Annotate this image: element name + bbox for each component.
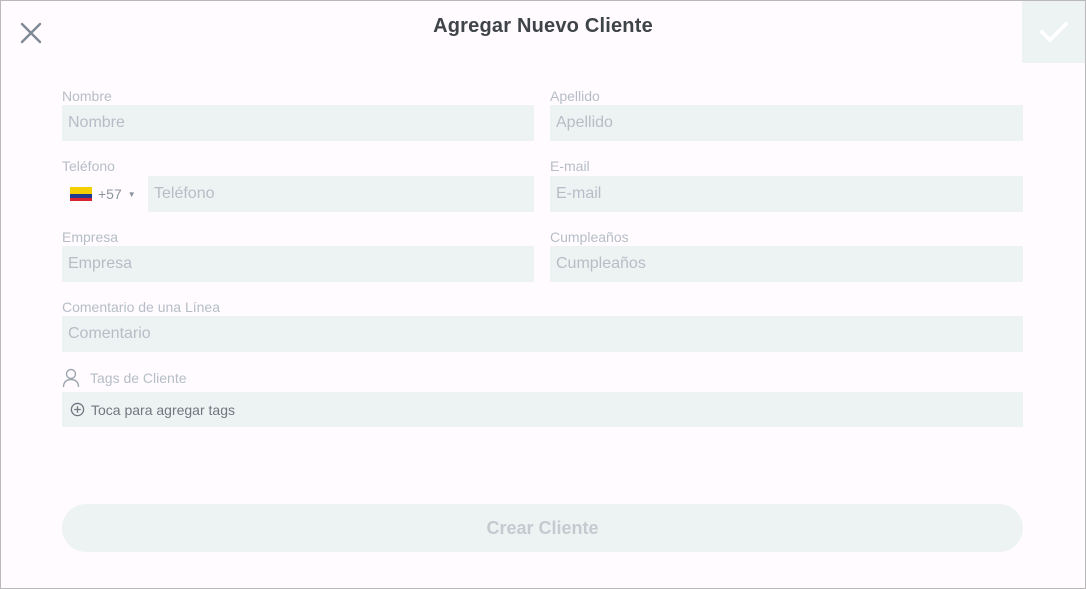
tags-label: Tags de Cliente xyxy=(90,370,187,386)
company-label: Empresa xyxy=(62,229,119,245)
first-name-label: Nombre xyxy=(62,88,112,104)
last-name-label: Apellido xyxy=(550,88,600,104)
country-dial-code: +57 xyxy=(98,186,122,202)
confirm-button[interactable] xyxy=(1022,1,1085,63)
company-input[interactable] xyxy=(62,246,534,282)
caret-down-icon: ▼ xyxy=(127,189,136,199)
last-name-input[interactable] xyxy=(550,105,1023,141)
email-input[interactable] xyxy=(550,176,1023,212)
birthday-label: Cumpleaños xyxy=(550,229,629,245)
plus-circle-icon xyxy=(70,402,85,417)
phone-label: Teléfono xyxy=(62,158,115,174)
add-client-dialog: Agregar Nuevo Cliente Nombre Apellido Te… xyxy=(0,0,1086,589)
colombia-flag-icon xyxy=(70,187,92,201)
add-tags-text: Toca para agregar tags xyxy=(91,401,235,418)
email-label: E-mail xyxy=(550,158,590,174)
check-icon xyxy=(1039,22,1068,42)
country-code-selector[interactable]: +57 ▼ xyxy=(62,176,142,212)
add-tags-button[interactable]: Toca para agregar tags xyxy=(62,392,1023,427)
phone-input[interactable] xyxy=(148,176,534,212)
person-icon xyxy=(62,368,80,388)
birthday-input[interactable] xyxy=(550,246,1023,282)
dialog-title: Agregar Nuevo Cliente xyxy=(433,15,653,37)
first-name-input[interactable] xyxy=(62,105,534,141)
create-client-button[interactable]: Crear Cliente xyxy=(62,504,1023,552)
comment-input[interactable] xyxy=(62,316,1023,352)
tags-header: Tags de Cliente xyxy=(62,367,187,389)
comment-label: Comentario de una Línea xyxy=(62,299,220,315)
